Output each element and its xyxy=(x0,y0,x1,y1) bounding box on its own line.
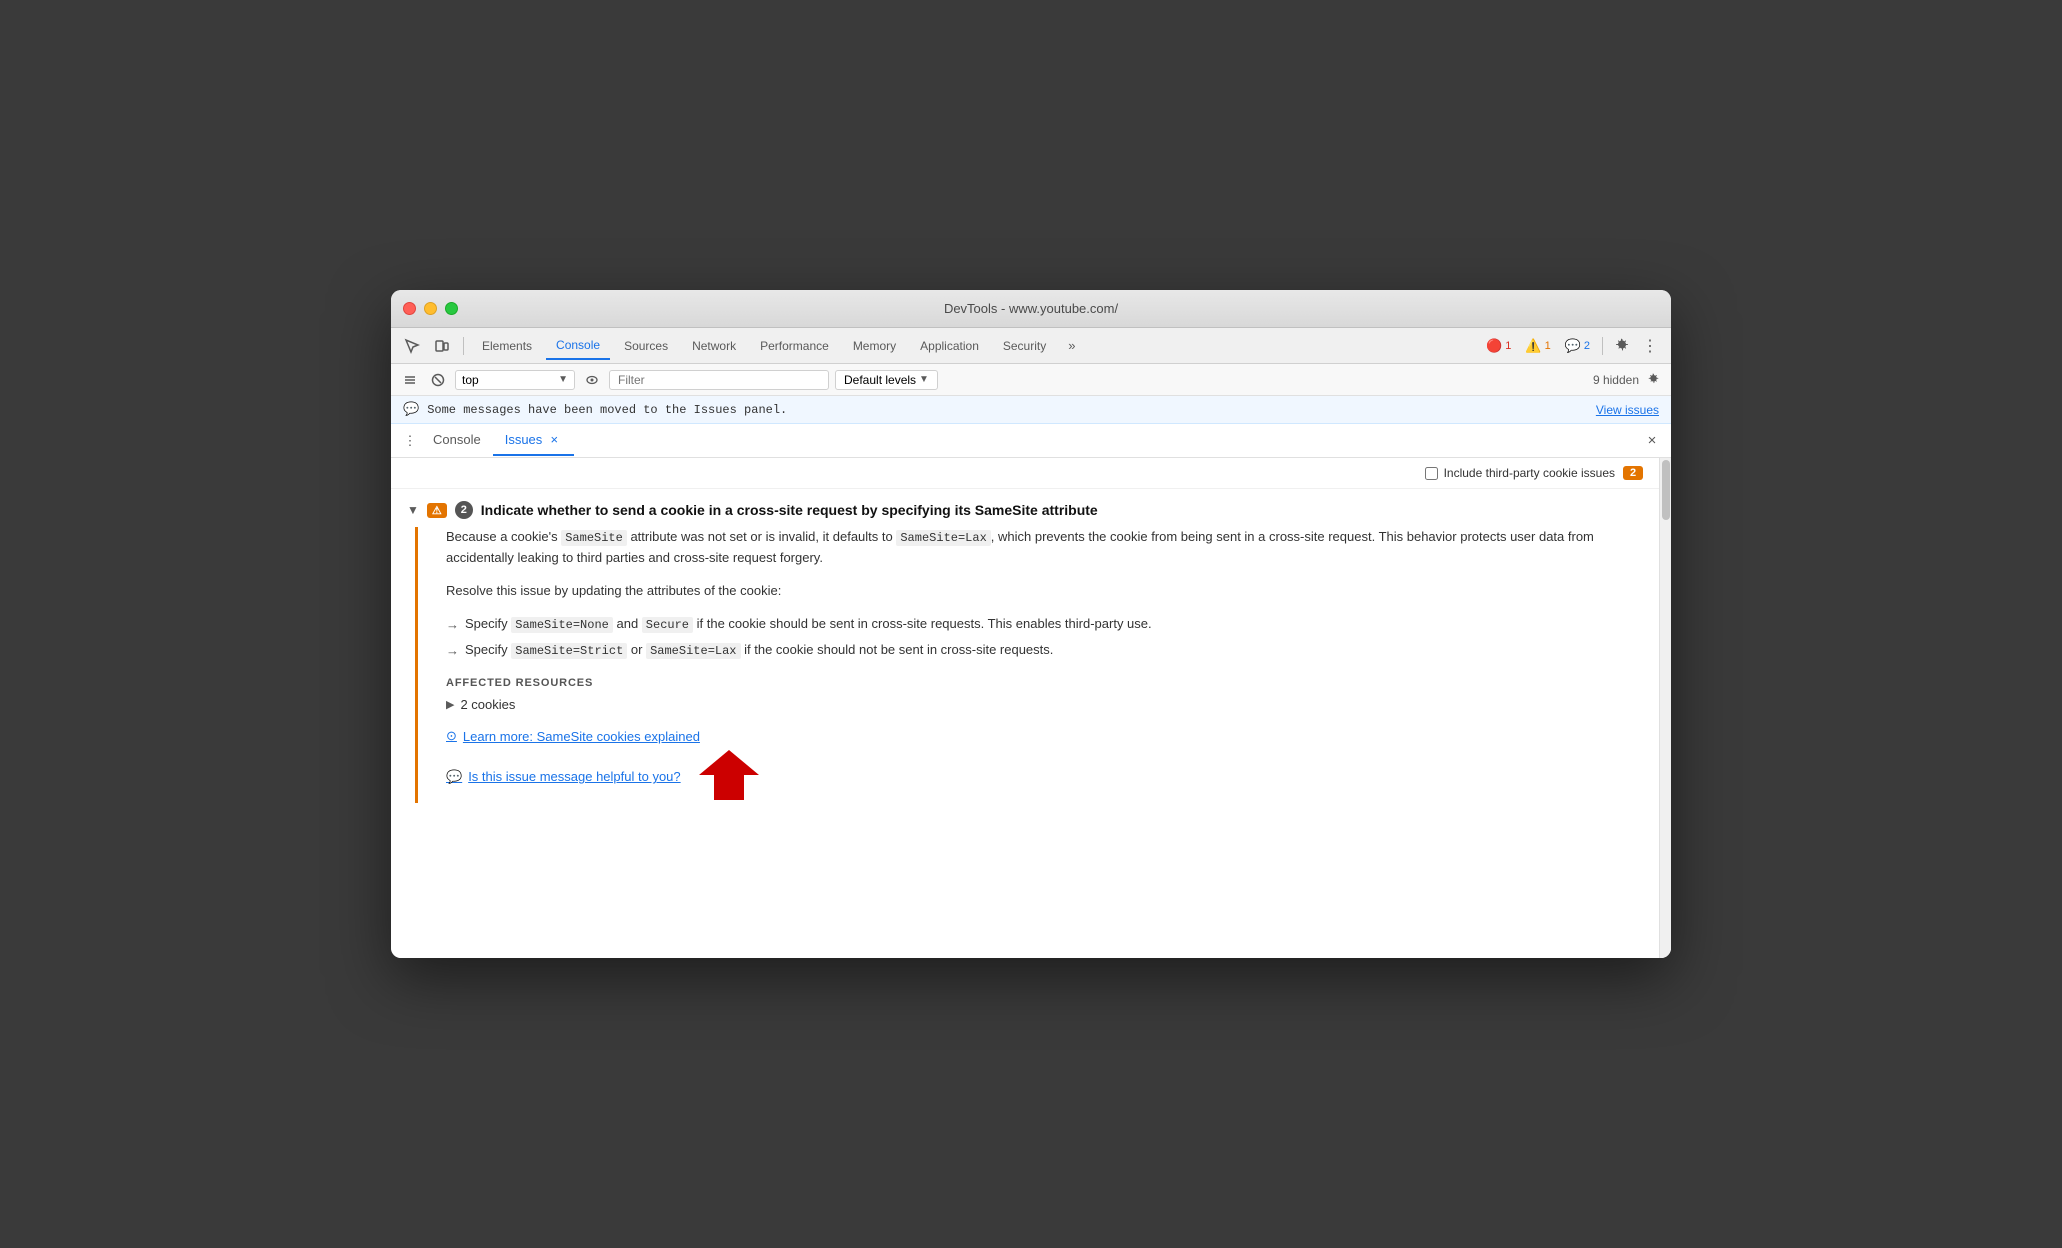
levels-arrow-icon: ▼ xyxy=(919,374,929,385)
issues-main-content: Include third-party cookie issues 2 ▼ ⚠ … xyxy=(391,458,1659,958)
info-badge-button[interactable]: 💬 2 xyxy=(1559,335,1596,357)
clear-console-icon[interactable] xyxy=(427,369,449,391)
issue-description: Because a cookie's SameSite attribute wa… xyxy=(446,527,1643,569)
third-party-checkbox[interactable] xyxy=(1425,467,1438,480)
settings-icon[interactable] xyxy=(1609,333,1635,359)
tab-console[interactable]: Console xyxy=(546,332,610,360)
close-button[interactable] xyxy=(403,302,416,315)
inner-tabs-menu-icon[interactable]: ⋮ xyxy=(399,430,421,452)
scrollbar-thumb[interactable] xyxy=(1662,460,1670,520)
scrollbar-track[interactable] xyxy=(1659,458,1671,958)
maximize-button[interactable] xyxy=(445,302,458,315)
toolbar-right: 🔴 1 ⚠️ 1 💬 2 ⋮ xyxy=(1480,333,1663,359)
issue-expand-arrow-icon[interactable]: ▼ xyxy=(407,503,419,517)
levels-button[interactable]: Default levels ▼ xyxy=(835,370,938,390)
affected-cookies-row[interactable]: ▶ 2 cookies xyxy=(446,697,1643,712)
issue-links: ⊙ Learn more: SameSite cookies explained… xyxy=(446,728,1643,803)
view-issues-link[interactable]: View issues xyxy=(1596,403,1659,417)
tab-network[interactable]: Network xyxy=(682,333,746,359)
issue-body: Because a cookie's SameSite attribute wa… xyxy=(415,527,1643,803)
top-toolbar: Elements Console Sources Network Perform… xyxy=(391,328,1671,364)
tab-console-inner[interactable]: Console xyxy=(421,426,493,455)
traffic-lights xyxy=(403,302,458,315)
tab-more-icon[interactable]: » xyxy=(1060,332,1083,359)
hidden-count-text: 9 hidden xyxy=(1593,373,1639,387)
warn-count: 1 xyxy=(1545,340,1551,352)
levels-label: Default levels xyxy=(844,373,916,387)
tab-sources[interactable]: Sources xyxy=(614,333,678,359)
eye-icon[interactable] xyxy=(581,369,603,391)
helpful-label: Is this issue message helpful to you? xyxy=(468,769,680,784)
window-title: DevTools - www.youtube.com/ xyxy=(944,301,1118,316)
third-party-checkbox-label[interactable]: Include third-party cookie issues xyxy=(1425,466,1615,480)
secure-code: Secure xyxy=(642,617,693,633)
learn-more-link[interactable]: ⊙ Learn more: SameSite cookies explained xyxy=(446,728,1643,744)
learn-more-label: Learn more: SameSite cookies explained xyxy=(463,729,700,744)
issues-warn-badge: 2 xyxy=(1623,466,1643,480)
tab-performance[interactable]: Performance xyxy=(750,333,839,359)
red-arrow-annotation xyxy=(699,750,759,803)
issue-title: Indicate whether to send a cookie in a c… xyxy=(481,502,1098,518)
info-banner-icon: 💬 xyxy=(403,402,419,417)
error-count: 1 xyxy=(1505,340,1511,352)
info-banner: 💬 Some messages have been moved to the I… xyxy=(391,396,1671,424)
issue-header[interactable]: ▼ ⚠ 2 Indicate whether to send a cookie … xyxy=(407,489,1643,527)
context-selector[interactable]: top ▼ xyxy=(455,370,575,390)
hidden-count-area: 9 hidden xyxy=(1593,370,1663,390)
samesite-lax-code-1: SameSite=Lax xyxy=(896,530,990,546)
devtools-window: DevTools - www.youtube.com/ Elements Con… xyxy=(391,290,1671,958)
close-panel-button[interactable]: × xyxy=(1641,430,1663,452)
context-arrow-icon: ▼ xyxy=(558,374,568,385)
console-toolbar: top ▼ Default levels ▼ 9 hidden xyxy=(391,364,1671,396)
toolbar-separator-1 xyxy=(463,337,464,355)
tab-memory[interactable]: Memory xyxy=(843,333,906,359)
tab-elements[interactable]: Elements xyxy=(472,333,542,359)
inspect-icon[interactable] xyxy=(399,333,425,359)
console-settings-icon[interactable] xyxy=(1643,370,1663,390)
third-party-row: Include third-party cookie issues 2 xyxy=(391,458,1659,489)
third-party-label-text: Include third-party cookie issues xyxy=(1444,466,1615,480)
samesite-strict-code: SameSite=Strict xyxy=(511,643,627,659)
error-badge-button[interactable]: 🔴 1 xyxy=(1480,335,1517,357)
issue-warn-icon: ⚠ xyxy=(427,503,447,518)
toolbar-separator-2 xyxy=(1602,337,1603,355)
tab-issues-inner[interactable]: Issues × xyxy=(493,426,575,456)
helpful-link[interactable]: 💬 Is this issue message helpful to you? xyxy=(446,750,1643,803)
issue-count-badge: 2 xyxy=(455,501,473,519)
close-issues-icon: × xyxy=(550,432,558,447)
helpful-icon: 💬 xyxy=(446,769,462,785)
close-issues-tab-button[interactable]: × xyxy=(546,432,562,448)
tab-application[interactable]: Application xyxy=(910,333,989,359)
info-count: 2 xyxy=(1584,340,1590,352)
learn-more-icon: ⊙ xyxy=(446,728,457,744)
filter-input[interactable] xyxy=(609,370,829,390)
warn-icon: ⚠️ xyxy=(1525,338,1541,354)
samesite-code-1: SameSite xyxy=(561,530,627,546)
issue-bullet-1: Specify SameSite=None and Secure if the … xyxy=(446,614,1643,636)
expand-console-icon[interactable] xyxy=(399,369,421,391)
issue-resolve-text: Resolve this issue by updating the attri… xyxy=(446,581,1643,602)
device-icon[interactable] xyxy=(429,333,455,359)
cookies-expand-icon: ▶ xyxy=(446,698,454,711)
cookies-count-label: 2 cookies xyxy=(460,697,515,712)
content-area: Include third-party cookie issues 2 ▼ ⚠ … xyxy=(391,458,1671,958)
issue-group-samesite: ▼ ⚠ 2 Indicate whether to send a cookie … xyxy=(391,489,1659,819)
info-banner-text: Some messages have been moved to the Iss… xyxy=(427,403,787,417)
more-options-icon[interactable]: ⋮ xyxy=(1637,333,1663,359)
title-bar: DevTools - www.youtube.com/ xyxy=(391,290,1671,328)
samesite-none-code: SameSite=None xyxy=(511,617,613,633)
affected-resources-label: AFFECTED RESOURCES xyxy=(446,677,1643,689)
info-icon: 💬 xyxy=(1565,338,1581,354)
error-icon: 🔴 xyxy=(1486,338,1502,354)
issue-bullet-2: Specify SameSite=Strict or SameSite=Lax … xyxy=(446,640,1643,662)
samesite-lax-code-2: SameSite=Lax xyxy=(646,643,740,659)
issue-bullets: Specify SameSite=None and Secure if the … xyxy=(446,614,1643,662)
minimize-button[interactable] xyxy=(424,302,437,315)
warn-badge-button[interactable]: ⚠️ 1 xyxy=(1519,335,1556,357)
inner-tabs-bar: ⋮ Console Issues × × xyxy=(391,424,1671,458)
context-value: top xyxy=(462,373,479,387)
tab-security[interactable]: Security xyxy=(993,333,1056,359)
